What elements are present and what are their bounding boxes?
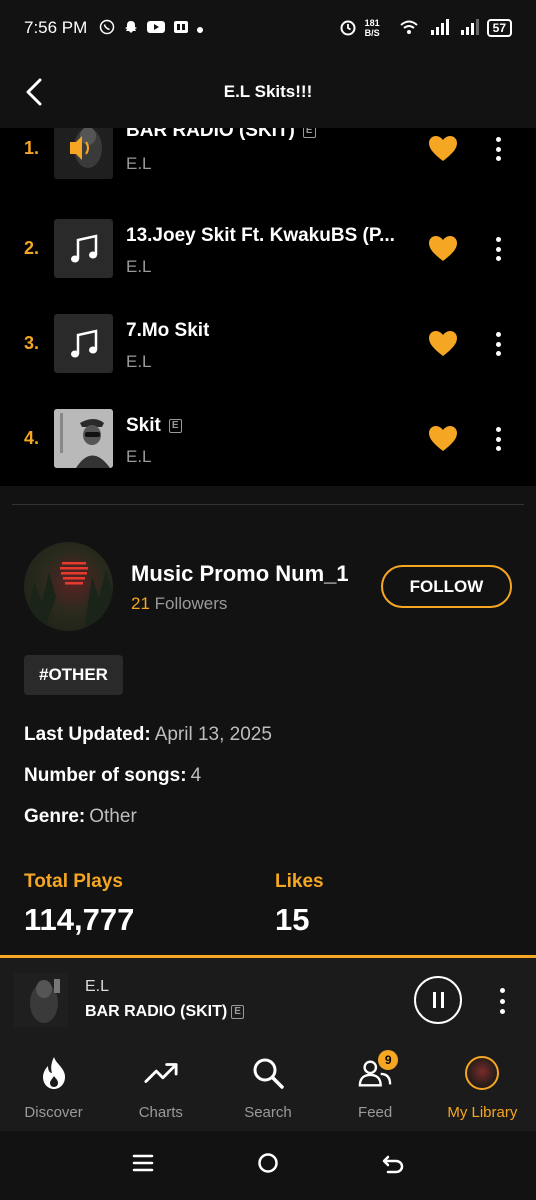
youtube-icon bbox=[147, 20, 166, 37]
track-title: 13.Joey Skit Ft. KwakuBS (P... bbox=[126, 225, 395, 246]
track-artist: E.L bbox=[126, 257, 152, 276]
heart-icon[interactable] bbox=[428, 330, 458, 358]
track-title: 7.Mo Skit bbox=[126, 320, 210, 341]
signal-icon-1 bbox=[427, 18, 449, 38]
playlist-title: E.L Skits!!! bbox=[223, 82, 313, 101]
explicit-badge: E bbox=[168, 419, 182, 433]
news-icon bbox=[173, 19, 189, 38]
curator-name[interactable]: Music Promo Num_1 bbox=[131, 561, 349, 587]
back-button[interactable] bbox=[18, 76, 50, 108]
heart-icon[interactable] bbox=[428, 425, 458, 453]
more-options-icon[interactable] bbox=[488, 330, 508, 358]
users-icon: 9 bbox=[358, 1050, 399, 1090]
app-header: E.L Skits!!! bbox=[0, 56, 536, 128]
track-artist: E.L bbox=[126, 447, 152, 466]
track-artwork bbox=[54, 314, 113, 373]
track-row[interactable]: 1. BAR RADIO (SKIT) E E.L bbox=[0, 128, 536, 215]
total-plays-value: 114,777 bbox=[24, 902, 135, 937]
alarm-icon bbox=[339, 18, 357, 39]
genre-row: Genre: Other bbox=[24, 806, 137, 827]
back-icon[interactable] bbox=[382, 1152, 404, 1179]
followers-count: 21 Followers bbox=[131, 594, 228, 613]
status-time: 7:56 PM bbox=[24, 18, 88, 37]
recent-apps-icon[interactable] bbox=[132, 1152, 154, 1179]
nav-discover[interactable]: Discover bbox=[0, 1039, 107, 1131]
library-avatar-icon bbox=[465, 1056, 500, 1090]
more-options-icon[interactable] bbox=[488, 135, 508, 163]
chevron-left-icon bbox=[26, 78, 42, 106]
mini-player[interactable]: E.L BAR RADIO (SKIT) E bbox=[0, 955, 536, 1039]
player-title: BAR RADIO (SKIT) E bbox=[85, 1003, 244, 1021]
player-artist: E.L bbox=[85, 978, 110, 995]
flame-icon bbox=[37, 1056, 71, 1090]
track-row[interactable]: 2. 13.Joey Skit Ft. KwakuBS (P... E.L bbox=[0, 215, 536, 310]
search-icon bbox=[251, 1056, 285, 1090]
heart-icon[interactable] bbox=[428, 235, 458, 263]
trending-up-icon bbox=[144, 1056, 178, 1090]
follow-button[interactable]: FOLLOW bbox=[381, 565, 512, 608]
track-number: 1. bbox=[24, 138, 40, 158]
track-title: BAR RADIO (SKIT) E bbox=[126, 128, 316, 142]
net-speed: 181 B/S bbox=[364, 18, 380, 38]
genre-tag[interactable]: #OTHER bbox=[24, 655, 123, 695]
bottom-navigation: Discover Charts Search 9 Feed My Library bbox=[0, 1039, 536, 1131]
snapchat-icon bbox=[123, 19, 139, 38]
track-row[interactable]: 3. 7.Mo Skit E.L bbox=[0, 310, 536, 405]
wifi-icon bbox=[399, 19, 419, 38]
track-list: 1. BAR RADIO (SKIT) E E.L 2. 13.Joey Ski… bbox=[0, 128, 536, 486]
explicit-badge: E bbox=[302, 128, 316, 138]
explicit-badge: E bbox=[231, 1005, 244, 1019]
notification-icons bbox=[99, 19, 204, 38]
track-artwork bbox=[54, 128, 113, 179]
songs-count-row: Number of songs: 4 bbox=[24, 765, 202, 786]
whatsapp-icon bbox=[99, 19, 115, 38]
track-row[interactable]: 4. Skit E E.L bbox=[0, 405, 536, 486]
track-number: 4. bbox=[24, 428, 40, 448]
nav-charts[interactable]: Charts bbox=[107, 1039, 214, 1131]
more-options-icon[interactable] bbox=[488, 235, 508, 263]
likes-value: 15 bbox=[275, 902, 310, 937]
heart-icon[interactable] bbox=[428, 135, 458, 163]
track-artwork bbox=[54, 409, 113, 468]
track-artist: E.L bbox=[126, 352, 152, 371]
total-plays-label: Total Plays bbox=[24, 871, 123, 892]
pause-button[interactable] bbox=[414, 976, 462, 1024]
more-options-icon[interactable] bbox=[488, 425, 508, 453]
player-artwork bbox=[14, 973, 68, 1027]
nav-search[interactable]: Search bbox=[214, 1039, 321, 1131]
track-number: 3. bbox=[24, 333, 40, 353]
nav-feed[interactable]: 9 Feed bbox=[322, 1039, 429, 1131]
track-title: Skit E bbox=[126, 415, 182, 437]
nav-my-library[interactable]: My Library bbox=[429, 1039, 536, 1131]
likes-label: Likes bbox=[275, 871, 324, 892]
status-bar: 7:56 PM 181 B/S 57 bbox=[0, 0, 536, 56]
music-note-icon bbox=[70, 233, 97, 262]
system-navigation bbox=[0, 1131, 536, 1200]
dot-icon bbox=[197, 21, 204, 36]
signal-icon-2 bbox=[457, 18, 479, 38]
more-options-icon[interactable] bbox=[492, 988, 512, 1014]
section-divider bbox=[12, 504, 524, 505]
track-artwork bbox=[54, 219, 113, 278]
curator-avatar[interactable] bbox=[24, 542, 113, 631]
track-number: 2. bbox=[24, 238, 40, 258]
system-icons: 181 B/S 57 bbox=[339, 18, 512, 39]
feed-badge: 9 bbox=[378, 1050, 399, 1070]
battery-level: 57 bbox=[486, 19, 512, 37]
home-icon[interactable] bbox=[257, 1152, 279, 1179]
last-updated-row: Last Updated: April 13, 2025 bbox=[24, 724, 272, 745]
music-note-icon bbox=[70, 328, 97, 357]
track-artist: E.L bbox=[126, 154, 152, 173]
